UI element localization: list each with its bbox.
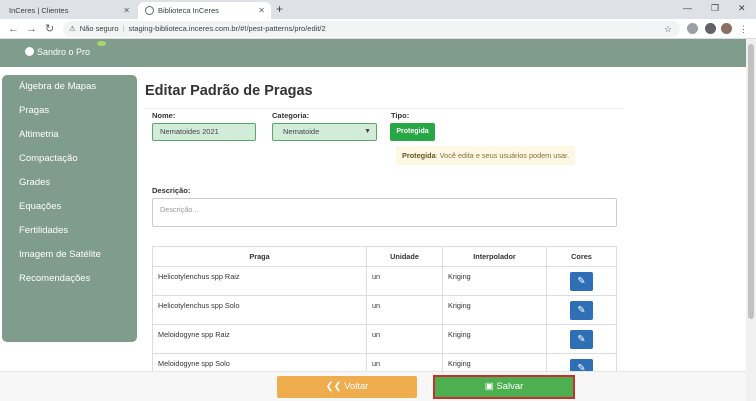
browser-tab-biblioteca[interactable]: Biblioteca InCeres ✕	[138, 2, 271, 19]
col-praga: Praga	[152, 246, 367, 267]
save-label: Salvar	[496, 381, 524, 392]
sidebar-item-compactacao[interactable]: Compactação	[2, 151, 137, 175]
user-menu[interactable]: Sandro o Pro	[25, 47, 90, 57]
extension-icon[interactable]	[687, 23, 698, 34]
cell-praga: Helicotylenchus spp Solo	[152, 295, 367, 325]
col-cores: Cores	[546, 246, 617, 267]
sidebar-item-altimetria[interactable]: Altimetria	[2, 127, 137, 151]
browser-tab-clientes[interactable]: InCeres | Clientes ✕	[0, 2, 136, 19]
cell-cores: ✎	[546, 266, 617, 296]
address-bar-row: ← → ↻ ⚠ Não seguro | staging-biblioteca.inc…	[0, 19, 756, 39]
bookmark-star-icon[interactable]: ☆	[664, 21, 672, 37]
user-name: Sandro o Pro	[37, 47, 91, 57]
description-textarea[interactable]: Descrição...	[152, 198, 617, 227]
table-row: Helicotylenchus spp Solo un Kriging ✎	[152, 295, 617, 325]
globe-icon	[145, 6, 154, 15]
sidebar-item-equacoes[interactable]: Equações	[2, 199, 137, 223]
profile-avatar[interactable]	[721, 23, 732, 34]
hint-strong: Protegida	[402, 151, 436, 160]
extensions-puzzle-icon[interactable]	[705, 23, 716, 34]
back-label: Voltar	[344, 381, 369, 392]
floppy-disk-icon: ▣	[484, 381, 494, 392]
sidebar-item-imagem-satelite[interactable]: Imagem de Satélite	[2, 247, 137, 271]
new-tab-button[interactable]: +	[276, 1, 283, 18]
save-button[interactable]: ▣ Salvar	[435, 377, 573, 397]
back-arrow-icon[interactable]: ←	[8, 21, 19, 37]
tab-label: Biblioteca InCeres	[158, 6, 219, 15]
table-row: Meloidogyne spp Raiz un Kriging ✎	[152, 324, 617, 354]
col-interpolador: Interpolador	[442, 246, 547, 267]
security-label: Não seguro	[79, 24, 119, 33]
cell-unidade: un	[366, 266, 443, 296]
title-divider	[144, 108, 624, 109]
browser-tabstrip: InCeres | Clientes ✕ Biblioteca InCeres …	[0, 0, 756, 19]
back-button[interactable]: ❮❮ Voltar	[277, 376, 417, 398]
cell-interpolador: Kriging	[442, 324, 547, 354]
sidebar-item-algebra[interactable]: Álgebra de Mapas	[2, 79, 137, 103]
scrollbar-thumb[interactable]	[748, 44, 754, 319]
description-label: Descrição:	[152, 186, 191, 195]
cell-praga: Meloidogyne spp Raiz	[152, 324, 367, 354]
table-header-row: Praga Unidade Interpolador Cores	[152, 246, 617, 267]
leaf-icon	[97, 41, 106, 46]
url-separator: |	[122, 24, 125, 33]
page-title: Editar Padrão de Pragas	[145, 83, 313, 99]
col-unidade: Unidade	[366, 246, 443, 267]
restore-icon[interactable]: ❐	[711, 0, 719, 17]
sidebar-item-pragas[interactable]: Pragas	[2, 103, 137, 127]
paintbrush-icon[interactable]: ✎	[570, 330, 593, 349]
category-select[interactable]: Nematoide ▼	[272, 123, 377, 141]
save-button-highlight: ▣ Salvar	[433, 375, 575, 399]
reload-icon[interactable]: ↻	[45, 21, 54, 37]
table-row: Helicotylenchus spp Raiz un Kriging ✎	[152, 266, 617, 296]
type-label: Tipo:	[391, 111, 410, 120]
warning-icon: ⚠	[69, 24, 76, 33]
url-field[interactable]: ⚠ Não seguro | staging-biblioteca.inceres.c…	[63, 21, 680, 37]
hint-text: : Você edita e seus usuários podem usar.	[435, 151, 570, 160]
sidebar: Álgebra de Mapas Pragas Altimetria Compa…	[2, 75, 137, 342]
cell-interpolador: Kriging	[442, 295, 547, 325]
double-chevron-left-icon: ❮❮	[325, 381, 342, 392]
close-tab-icon[interactable]: ✕	[258, 2, 265, 19]
cell-cores: ✎	[546, 324, 617, 354]
close-tab-icon[interactable]: ✕	[123, 2, 130, 19]
cell-unidade: un	[366, 324, 443, 354]
category-value: Nematoide	[283, 127, 320, 136]
cell-unidade: un	[366, 295, 443, 325]
kebab-menu-icon[interactable]: ⋮	[739, 21, 748, 37]
cell-cores: ✎	[546, 295, 617, 325]
sidebar-item-grades[interactable]: Grades	[2, 175, 137, 199]
cell-praga: Helicotylenchus spp Raiz	[152, 266, 367, 296]
name-label: Nome:	[152, 111, 176, 120]
pests-table: Praga Unidade Interpolador Cores Helicot…	[152, 246, 617, 383]
url-text: staging-biblioteca.inceres.com.br/#!/pes…	[128, 24, 326, 33]
sidebar-item-fertilidades[interactable]: Fertilidades	[2, 223, 137, 247]
chevron-down-icon: ▼	[364, 128, 371, 135]
type-badge-protegida[interactable]: Protegida	[390, 123, 435, 141]
sidebar-item-recomendacoes[interactable]: Recomendações	[2, 271, 137, 295]
app-header: Sandro o Pro	[0, 39, 756, 67]
forward-arrow-icon[interactable]: →	[26, 21, 37, 37]
type-hint: Protegida: Você edita e seus usuários po…	[396, 146, 576, 165]
close-window-icon[interactable]: ✕	[738, 0, 746, 17]
paintbrush-icon[interactable]: ✎	[570, 272, 593, 291]
minimize-icon[interactable]: —	[683, 0, 692, 17]
cell-interpolador: Kriging	[442, 266, 547, 296]
paintbrush-icon[interactable]: ✎	[570, 301, 593, 320]
name-field[interactable]: Nematoides 2021	[152, 123, 256, 141]
user-icon	[25, 47, 34, 56]
tab-label: InCeres | Clientes	[9, 6, 69, 15]
category-label: Categoria:	[272, 111, 310, 120]
